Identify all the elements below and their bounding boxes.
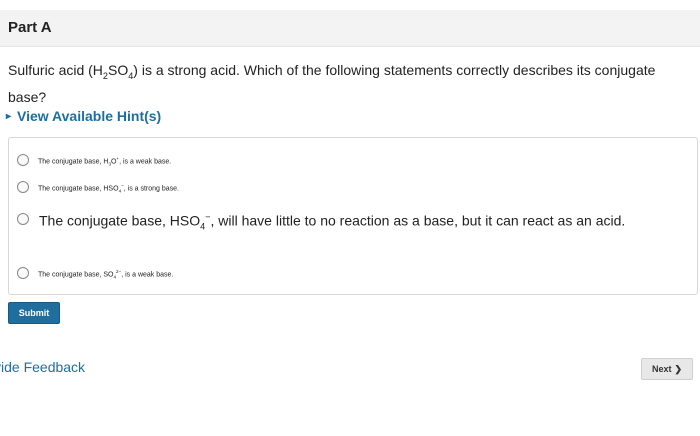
question-post: ) is a strong acid. Which of the followi… <box>8 62 656 105</box>
option-text-sub: 4 <box>113 274 117 280</box>
answer-option-label: The conjugate base, H3O+, is a weak base… <box>38 153 171 171</box>
option-text-pre: The conjugate base, H <box>38 158 109 166</box>
option-text-post: , will have little to no reaction as a b… <box>210 212 626 229</box>
option-text-pre: The conjugate base, HSO <box>38 185 119 193</box>
answer-option-2[interactable]: The conjugate base, HSO4−, is a strong b… <box>17 180 179 198</box>
view-hints-link[interactable]: ▸ View Available Hint(s) <box>6 108 161 124</box>
question-pre: Sulfuric acid (H <box>8 62 103 78</box>
chevron-right-icon: ❯ <box>674 363 683 374</box>
question-text: Sulfuric acid (H2SO4) is a strong acid. … <box>8 60 678 108</box>
option-text-post: , is a strong base. <box>123 185 180 193</box>
part-title: Part A <box>8 19 52 36</box>
part-header: Part A <box>0 10 700 47</box>
radio-button-icon[interactable] <box>17 154 29 166</box>
radio-button-icon[interactable] <box>17 213 29 225</box>
submit-button[interactable]: Submit <box>8 302 60 324</box>
option-text-pre: The conjugate base, SO <box>38 271 114 279</box>
answer-option-1[interactable]: The conjugate base, H3O+, is a weak base… <box>17 153 171 171</box>
option-text-post: , is a weak base. <box>121 271 174 279</box>
answer-option-label: The conjugate base, HSO4−, is a strong b… <box>38 180 179 198</box>
answer-option-label: The conjugate base, HSO4−, will have lit… <box>39 205 669 238</box>
next-button-label: Next <box>651 364 672 374</box>
option-text-pre: The conjugate base, HSO <box>39 212 201 229</box>
answer-options: The conjugate base, H3O+, is a weak base… <box>8 137 698 295</box>
view-hints-label: View Available Hint(s) <box>17 108 162 124</box>
answer-option-label: The conjugate base, SO42−, is a weak bas… <box>38 266 173 284</box>
option-text-sub: 4 <box>118 188 122 194</box>
option-text-post: , is a weak base. <box>119 158 172 166</box>
question-mid: SO <box>107 62 129 78</box>
caret-right-icon: ▸ <box>6 110 12 122</box>
option-text-sub: 4 <box>200 221 206 232</box>
radio-button-icon[interactable] <box>17 181 29 193</box>
provide-feedback-link[interactable]: vide Feedback <box>0 359 85 375</box>
radio-button-icon[interactable] <box>17 267 29 279</box>
next-button[interactable]: Next ❯ <box>641 358 693 380</box>
answer-option-4[interactable]: The conjugate base, SO42−, is a weak bas… <box>17 266 173 284</box>
answer-option-3[interactable]: The conjugate base, HSO4−, will have lit… <box>17 205 669 238</box>
